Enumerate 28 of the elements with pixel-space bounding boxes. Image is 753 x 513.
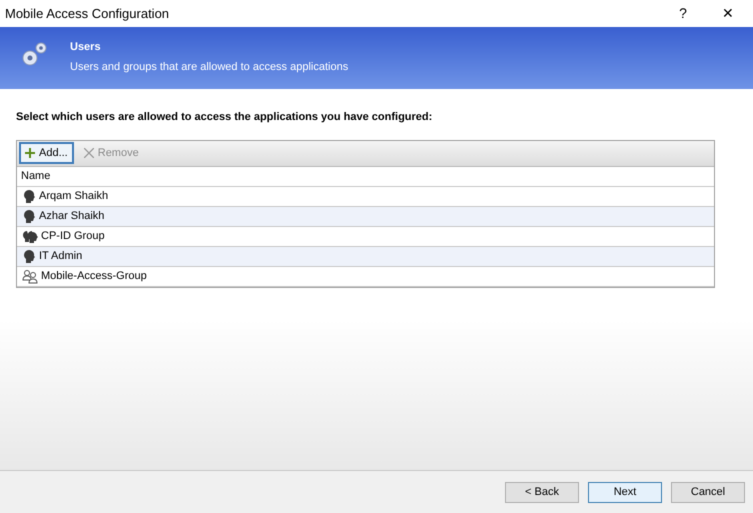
- help-button[interactable]: ?: [663, 3, 703, 24]
- banner-title: Users: [70, 40, 102, 55]
- people-icon: [22, 268, 38, 284]
- user-name: Azhar Shaikh: [39, 208, 104, 224]
- user-icon: [22, 208, 36, 224]
- user-name: Mobile-Access-Group: [41, 268, 147, 284]
- instruction-text: Select which users are allowed to access the applications you have configured:: [16, 110, 434, 125]
- close-icon: [84, 148, 94, 158]
- banner-subtitle: Users and groups that are allowed to access applications: [70, 60, 348, 74]
- next-button[interactable]: Next: [588, 482, 662, 502]
- list-row[interactable]: Azhar Shaikh: [17, 206, 714, 226]
- column-header: Name: [21, 168, 50, 184]
- cancel-button[interactable]: Cancel: [671, 482, 745, 502]
- close-button[interactable]: ✕: [703, 3, 753, 24]
- user-name: Arqam Shaikh: [39, 188, 108, 204]
- window-title: Mobile Access Configuration: [5, 4, 170, 23]
- add-button[interactable]: Add...: [19, 142, 74, 164]
- people-icon: [22, 228, 38, 244]
- list-row[interactable]: Mobile-Access-Group: [17, 266, 714, 286]
- list-row[interactable]: CP-ID Group: [17, 226, 714, 246]
- user-name: IT Admin: [39, 248, 82, 264]
- user-name: CP-ID Group: [41, 228, 105, 244]
- plus-icon: [25, 148, 35, 158]
- back-button[interactable]: < Back: [505, 482, 579, 502]
- user-icon: [22, 188, 36, 204]
- list-row[interactable]: Arqam Shaikh: [17, 186, 714, 206]
- user-icon: [22, 248, 36, 264]
- list-row[interactable]: IT Admin: [17, 246, 714, 266]
